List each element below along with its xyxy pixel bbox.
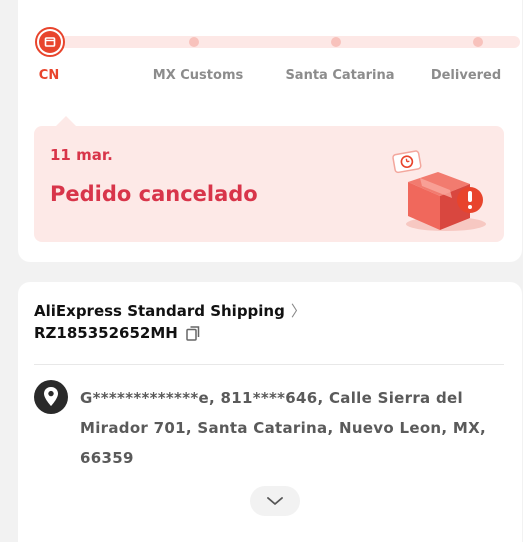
status-title: Pedido cancelado bbox=[50, 182, 258, 206]
cancelled-package-icon bbox=[376, 144, 486, 234]
order-status-box: 11 mar. Pedido cancelado bbox=[34, 126, 504, 242]
stop-label-santa-catarina: Santa Catarina bbox=[285, 68, 394, 83]
tracking-number: RZ185352652MH bbox=[34, 324, 178, 342]
progress-dot-delivered bbox=[473, 37, 483, 47]
shipping-method-link[interactable]: AliExpress Standard Shipping 〉 bbox=[34, 300, 306, 321]
tracking-card: CN MX Customs Santa Catarina Delivered 1… bbox=[18, 0, 522, 262]
expand-button[interactable] bbox=[250, 486, 300, 516]
status-pointer bbox=[56, 116, 76, 126]
shipping-method-label: AliExpress Standard Shipping bbox=[34, 302, 285, 320]
stop-label-cn: CN bbox=[39, 68, 59, 83]
tracking-number-row: RZ185352652MH bbox=[34, 324, 202, 342]
stop-label-mx-customs: MX Customs bbox=[153, 68, 243, 83]
section-divider bbox=[34, 364, 504, 365]
stop-label-delivered: Delivered bbox=[431, 68, 501, 83]
shipping-card: AliExpress Standard Shipping 〉 RZ1853526… bbox=[18, 282, 522, 542]
progress-dot-mx-customs bbox=[189, 37, 199, 47]
delivery-address: G*************e, 811****646, Calle Sierr… bbox=[80, 383, 500, 473]
package-box-icon bbox=[44, 36, 56, 48]
chevron-down-icon bbox=[267, 497, 283, 506]
copy-icon[interactable] bbox=[184, 324, 202, 342]
progress-track bbox=[50, 36, 520, 48]
status-date: 11 mar. bbox=[50, 146, 113, 164]
progress-dot-santa-catarina bbox=[331, 37, 341, 47]
current-stop-marker bbox=[35, 27, 65, 57]
location-pin-icon bbox=[34, 380, 68, 414]
chevron-right-icon: 〉 bbox=[291, 300, 306, 321]
